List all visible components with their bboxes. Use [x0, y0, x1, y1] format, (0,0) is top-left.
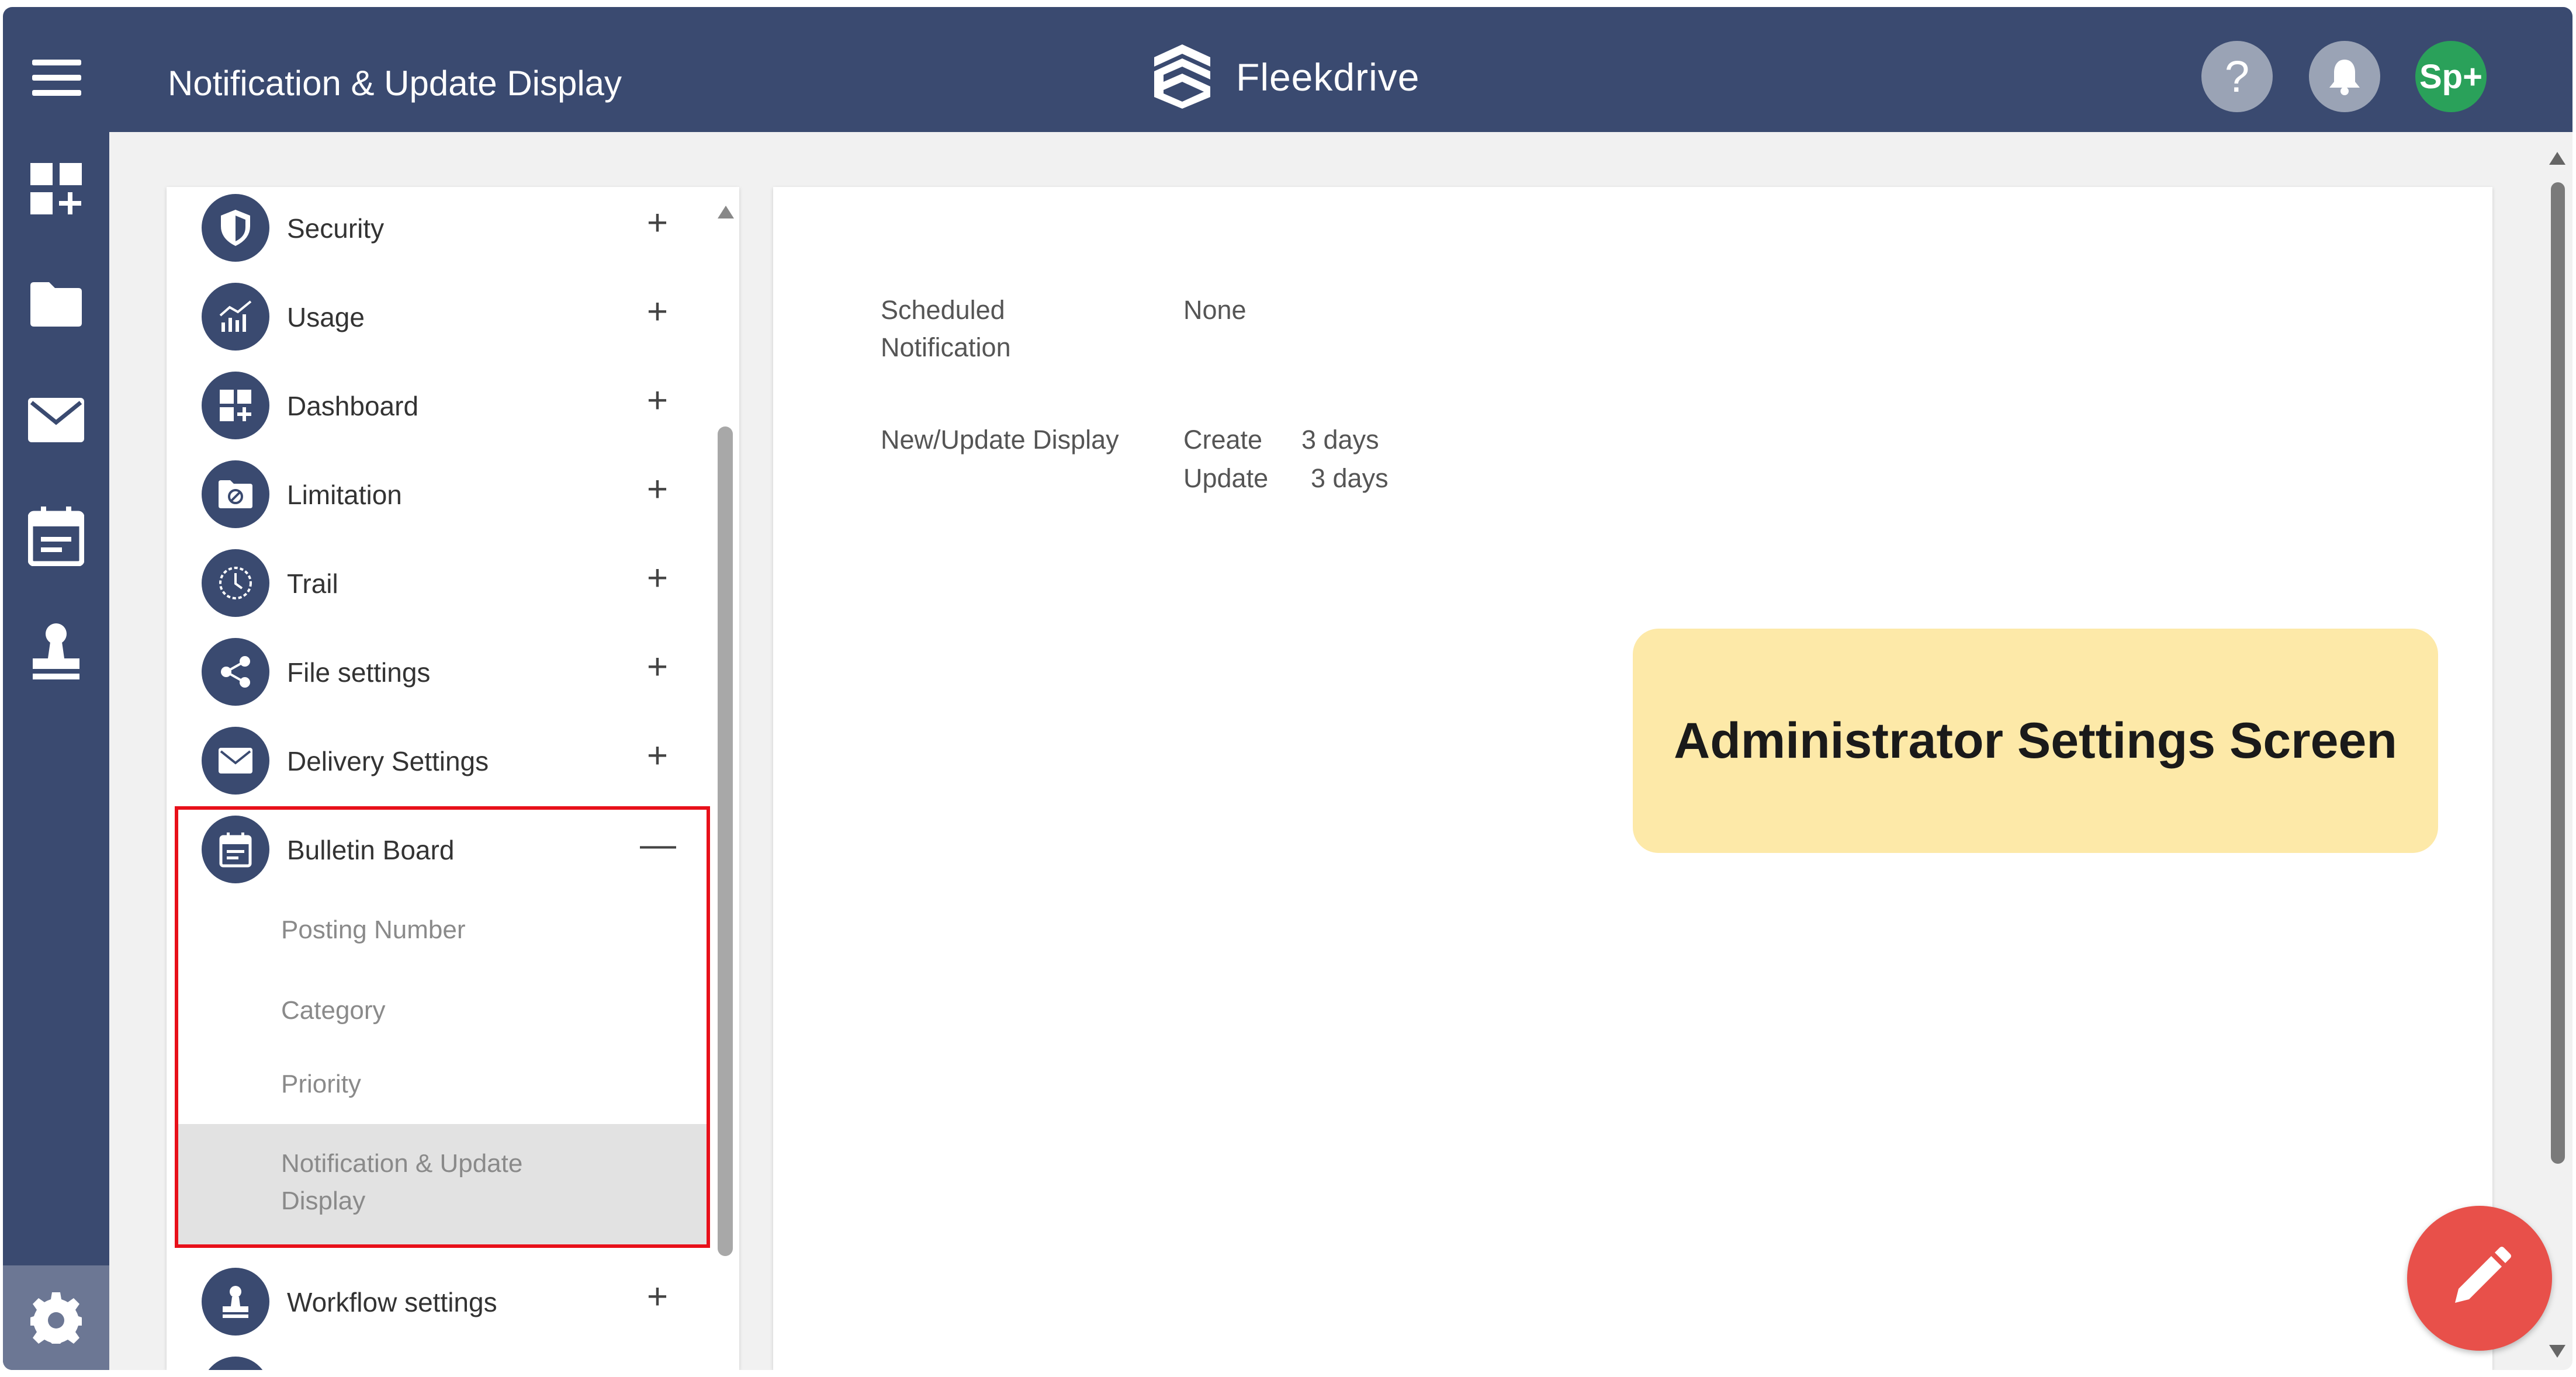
- left-rail: [3, 132, 109, 1370]
- nav-item-workflow-settings[interactable]: Workflow settings +: [167, 1256, 716, 1344]
- gear-icon: [30, 1292, 82, 1344]
- callout-text: Administrator Settings Screen: [1674, 712, 2397, 769]
- calendar-icon[interactable]: [26, 506, 86, 566]
- update-label: Update: [1183, 463, 1269, 493]
- top-header: Notification & Update Display Fleekdrive…: [3, 7, 2572, 132]
- scroll-up-arrow-icon[interactable]: [718, 206, 734, 218]
- pencil-icon: [2455, 1247, 2511, 1303]
- scheduled-notification-value: None: [1183, 295, 1247, 325]
- user-avatar[interactable]: Sp+: [2415, 41, 2487, 112]
- settings-nav-panel: Security + Usage + Dashboard + Limitatio…: [167, 187, 739, 1370]
- mail-icon[interactable]: [26, 390, 86, 450]
- notifications-button[interactable]: [2309, 41, 2380, 112]
- shield-icon: [202, 194, 269, 262]
- expand-icon[interactable]: +: [640, 560, 675, 596]
- nav-label: Limitation: [287, 480, 402, 510]
- page-scroll-thumb[interactable]: [2551, 182, 2565, 1164]
- sub-item-posting-number[interactable]: Posting Number: [178, 892, 708, 967]
- scroll-down-arrow-icon[interactable]: [2549, 1345, 2565, 1358]
- collapse-icon[interactable]: —: [640, 827, 676, 863]
- nav-item-dashboard[interactable]: Dashboard +: [167, 360, 716, 448]
- nav-scroll-thumb[interactable]: [718, 426, 733, 1256]
- nav-item-partial[interactable]: [167, 1345, 716, 1370]
- nav-scrollbar[interactable]: [712, 187, 739, 1370]
- avatar-label: Sp+: [2419, 57, 2482, 96]
- sub-item-label: Notification & Update Display: [281, 1149, 523, 1215]
- new-update-display-label: New/Update Display: [881, 425, 1119, 455]
- sub-item-category[interactable]: Category: [178, 972, 708, 1048]
- app-window: Notification & Update Display Fleekdrive…: [3, 7, 2572, 1370]
- nav-label: File settings: [287, 657, 431, 688]
- nav-item-limitation[interactable]: Limitation +: [167, 449, 716, 536]
- folder-block-icon: [202, 460, 269, 528]
- scheduled-notification-label-line2: Notification: [881, 332, 1011, 362]
- callout-box: Administrator Settings Screen: [1633, 629, 2438, 853]
- expand-icon[interactable]: +: [640, 294, 675, 330]
- clock-icon: [202, 549, 269, 617]
- nav-label: Trail: [287, 568, 338, 599]
- scheduled-notification-label-line1: Scheduled: [881, 295, 1005, 325]
- sub-item-label: Posting Number: [281, 915, 466, 944]
- expand-icon[interactable]: +: [640, 1279, 675, 1315]
- page-scrollbar[interactable]: [2542, 140, 2572, 1370]
- brand-name: Fleekdrive: [1236, 56, 1420, 99]
- nav-item-usage[interactable]: Usage +: [167, 271, 716, 359]
- dashboard-icon: [202, 372, 269, 439]
- bell-icon: [2329, 60, 2360, 95]
- update-value: 3 days: [1311, 463, 1389, 493]
- nav-item-security[interactable]: Security +: [167, 187, 716, 270]
- nav-item-file-settings[interactable]: File settings +: [167, 626, 716, 714]
- nav-label: Workflow settings: [287, 1287, 497, 1317]
- help-button[interactable]: ?: [2201, 41, 2273, 112]
- help-icon: ?: [2224, 51, 2250, 102]
- menu-icon[interactable]: [32, 60, 81, 96]
- sub-item-priority[interactable]: Priority: [178, 1048, 708, 1124]
- sub-item-label: Category: [281, 996, 386, 1025]
- settings-button[interactable]: [3, 1265, 109, 1370]
- fleekdrive-logo-icon: [1154, 44, 1210, 109]
- folder-icon[interactable]: [26, 275, 86, 334]
- mail-icon: [202, 727, 269, 795]
- nav-item-bulletin-board[interactable]: Bulletin Board —: [167, 804, 716, 892]
- edit-button[interactable]: [2407, 1206, 2552, 1351]
- partial-icon: [202, 1357, 269, 1370]
- nav-item-delivery-settings[interactable]: Delivery Settings +: [167, 715, 716, 803]
- sub-item-notification-update-display[interactable]: Notification & Update Display: [178, 1124, 708, 1244]
- expand-icon[interactable]: +: [640, 649, 675, 685]
- nav-label: Security: [287, 213, 385, 244]
- nav-label: Usage: [287, 302, 365, 332]
- create-value: 3 days: [1301, 425, 1379, 455]
- stamp-icon[interactable]: [26, 622, 86, 681]
- nav-label: Bulletin Board: [287, 835, 455, 865]
- create-label: Create: [1183, 425, 1263, 455]
- scroll-up-arrow-icon[interactable]: [2549, 152, 2565, 165]
- expand-icon[interactable]: +: [640, 383, 675, 419]
- share-icon: [202, 638, 269, 706]
- nav-label: Dashboard: [287, 391, 419, 421]
- page-title: Notification & Update Display: [168, 64, 622, 103]
- stamp-icon: [202, 1268, 269, 1336]
- nav-label: Delivery Settings: [287, 746, 489, 776]
- nav-item-trail[interactable]: Trail +: [167, 537, 716, 625]
- expand-icon[interactable]: +: [640, 471, 675, 508]
- sub-item-label: Priority: [281, 1070, 361, 1098]
- calendar-icon: [202, 816, 269, 883]
- chart-icon: [202, 283, 269, 351]
- expand-icon[interactable]: +: [640, 205, 675, 241]
- expand-icon[interactable]: +: [640, 738, 675, 774]
- dashboard-add-icon[interactable]: [26, 159, 86, 218]
